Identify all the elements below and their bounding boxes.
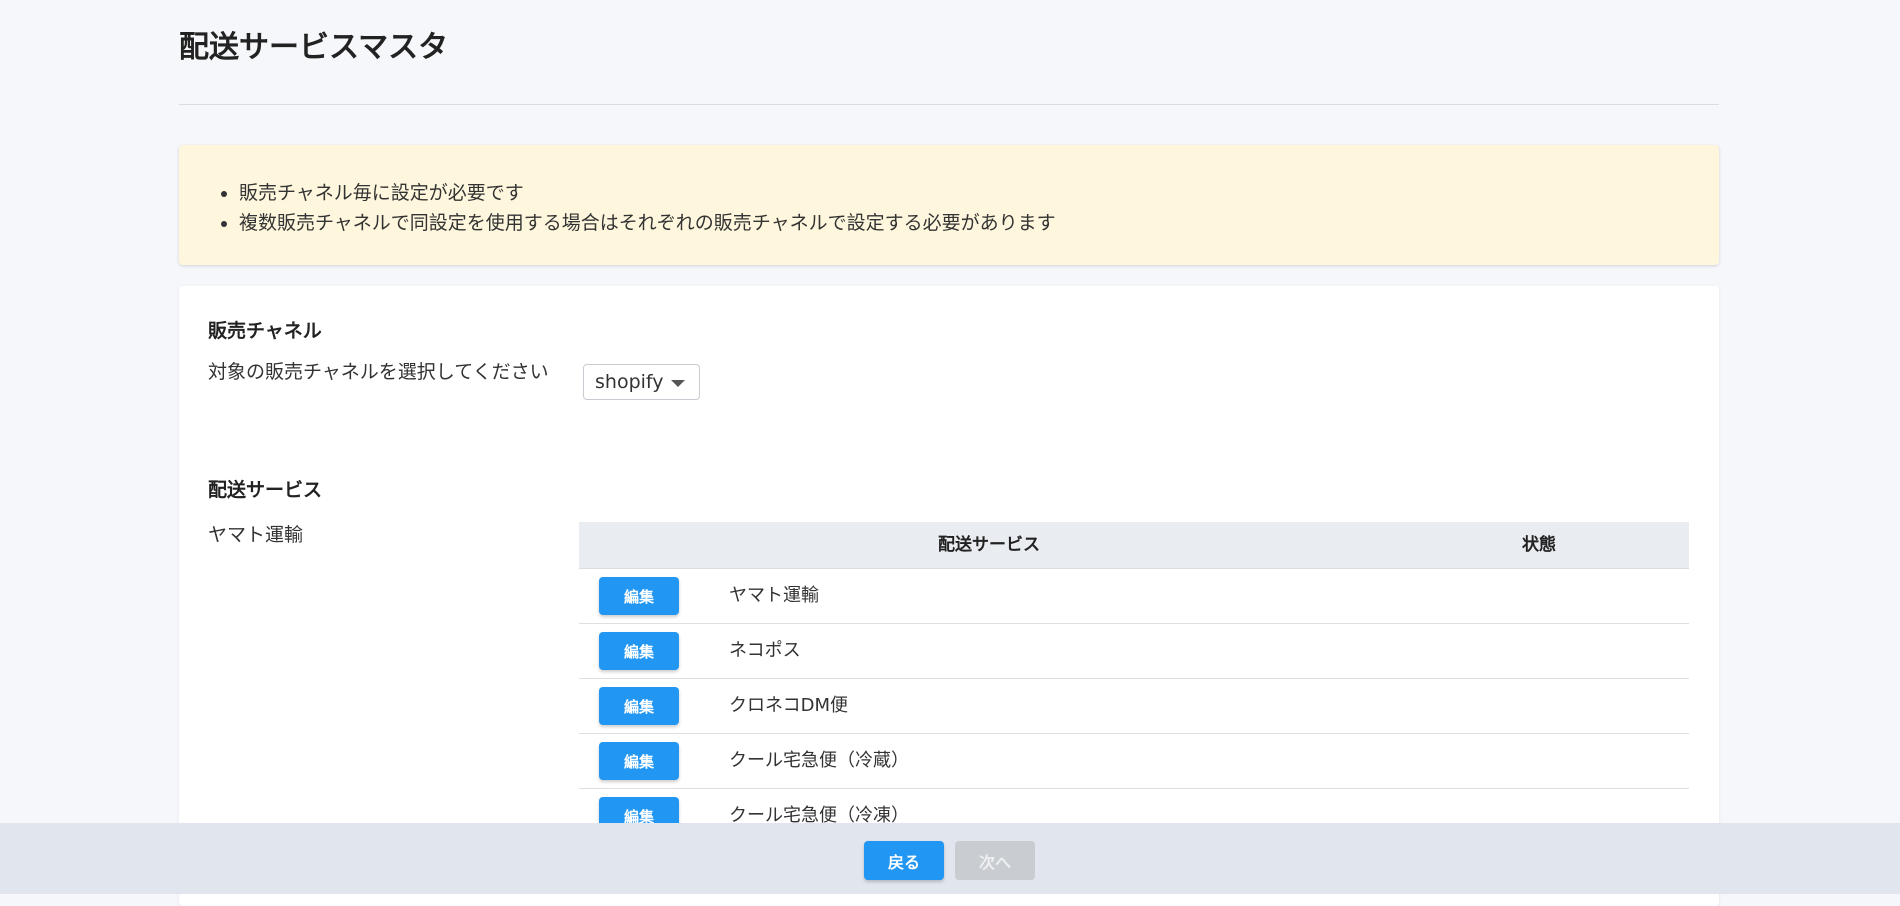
edit-button[interactable]: 編集 — [599, 687, 679, 725]
edit-button[interactable]: 編集 — [599, 632, 679, 670]
delivery-service-table: 配送サービス 状態 編集 ヤマト運輸 編集 ネコポス 編集 クロネコDM便 編集… — [579, 522, 1689, 844]
notice-list: 販売チャネル毎に設定が必要です 複数販売チャネルで同設定を使用する場合はそれぞれ… — [179, 145, 1719, 238]
table-header: 配送サービス 状態 — [579, 522, 1689, 569]
next-button: 次へ — [955, 841, 1035, 880]
sales-channel-select[interactable]: shopify — [583, 364, 700, 400]
edit-button[interactable]: 編集 — [599, 577, 679, 615]
service-name: クール宅急便（冷蔵） — [729, 750, 909, 771]
footer-bar: 戻る 次へ — [0, 823, 1900, 894]
column-header-status: 状態 — [1522, 535, 1556, 555]
column-header-service: 配送サービス — [938, 535, 1040, 555]
table-row: 編集 ヤマト運輸 — [579, 569, 1689, 624]
service-name: ヤマト運輸 — [729, 585, 819, 606]
sales-channel-prompt: 対象の販売チャネルを選択してください — [208, 361, 549, 383]
notice-item: 複数販売チャネルで同設定を使用する場合はそれぞれの販売チャネルで設定する必要があ… — [239, 208, 1719, 238]
table-row: 編集 ネコポス — [579, 624, 1689, 679]
caret-down-icon — [671, 380, 685, 387]
table-row: 編集 クロネコDM便 — [579, 679, 1689, 734]
carrier-label: ヤマト運輸 — [208, 524, 304, 546]
notice-box: 販売チャネル毎に設定が必要です 複数販売チャネルで同設定を使用する場合はそれぞれ… — [179, 145, 1719, 265]
delivery-service-heading: 配送サービス — [208, 479, 323, 501]
table-row: 編集 クール宅急便（冷蔵） — [579, 734, 1689, 789]
service-name: クロネコDM便 — [729, 695, 849, 716]
sales-channel-heading: 販売チャネル — [208, 320, 322, 342]
back-button[interactable]: 戻る — [864, 841, 944, 880]
page-title: 配送サービスマスタ — [179, 30, 449, 65]
service-name: ネコポス — [729, 640, 801, 661]
edit-button[interactable]: 編集 — [599, 742, 679, 780]
settings-card: 販売チャネル 対象の販売チャネルを選択してください shopify 配送サービス… — [179, 286, 1719, 906]
sales-channel-selected-value: shopify — [595, 371, 664, 393]
title-divider — [179, 104, 1719, 105]
notice-item: 販売チャネル毎に設定が必要です — [239, 178, 1719, 208]
